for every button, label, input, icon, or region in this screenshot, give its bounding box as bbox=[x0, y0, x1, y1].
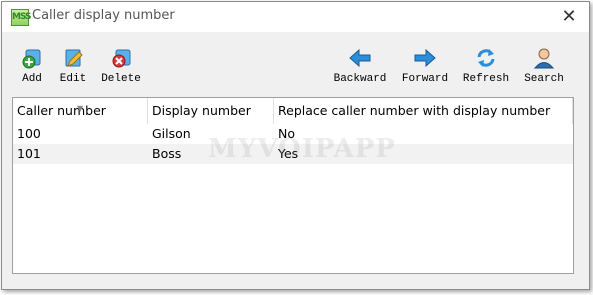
column-header-display-number[interactable]: Display number bbox=[148, 98, 274, 124]
toolbar: Add Edit Delete Backward Forward Refresh… bbox=[2, 33, 589, 93]
forward-label: Forward bbox=[401, 73, 449, 85]
search-button[interactable]: Search bbox=[522, 47, 566, 85]
refresh-button[interactable]: Refresh bbox=[462, 47, 510, 85]
watermark: MYVOIPAPP bbox=[208, 134, 396, 164]
title-bar: MSS Caller display number ✕ bbox=[2, 2, 589, 32]
column-header-replace[interactable]: Replace caller number with display numbe… bbox=[274, 98, 573, 124]
delete-label: Delete bbox=[101, 73, 141, 85]
user-search-icon bbox=[533, 48, 555, 69]
add-icon bbox=[22, 49, 41, 69]
refresh-icon bbox=[477, 49, 495, 67]
close-icon: ✕ bbox=[561, 6, 577, 27]
caller-number-table: ▼ Caller number Display number Replace c… bbox=[12, 97, 574, 274]
app-logo: MSS bbox=[11, 9, 32, 26]
cell-caller-number: 101 bbox=[17, 146, 41, 161]
caller-display-window: MSS Caller display number ✕ Add Edit Del… bbox=[1, 1, 590, 290]
search-label: Search bbox=[524, 73, 564, 85]
delete-icon bbox=[112, 49, 131, 68]
arrow-left-icon bbox=[349, 48, 371, 68]
sort-arrow-icon: ▼ bbox=[77, 104, 84, 113]
edit-label: Edit bbox=[59, 73, 87, 85]
delete-button[interactable]: Delete bbox=[98, 47, 144, 85]
close-button[interactable]: ✕ bbox=[557, 5, 581, 29]
edit-icon bbox=[65, 49, 83, 67]
add-button[interactable]: Add bbox=[14, 47, 50, 85]
forward-button[interactable]: Forward bbox=[400, 47, 450, 85]
window-title: Caller display number bbox=[32, 8, 175, 23]
backward-label: Backward bbox=[333, 73, 387, 85]
backward-button[interactable]: Backward bbox=[332, 47, 388, 85]
arrow-right-icon bbox=[414, 48, 436, 68]
cell-caller-number: 100 bbox=[17, 126, 41, 141]
edit-button[interactable]: Edit bbox=[54, 47, 92, 85]
column-header-caller-number[interactable]: ▼ Caller number bbox=[13, 98, 148, 124]
refresh-label: Refresh bbox=[462, 73, 510, 85]
table-header: ▼ Caller number Display number Replace c… bbox=[13, 98, 573, 124]
add-label: Add bbox=[22, 73, 42, 85]
